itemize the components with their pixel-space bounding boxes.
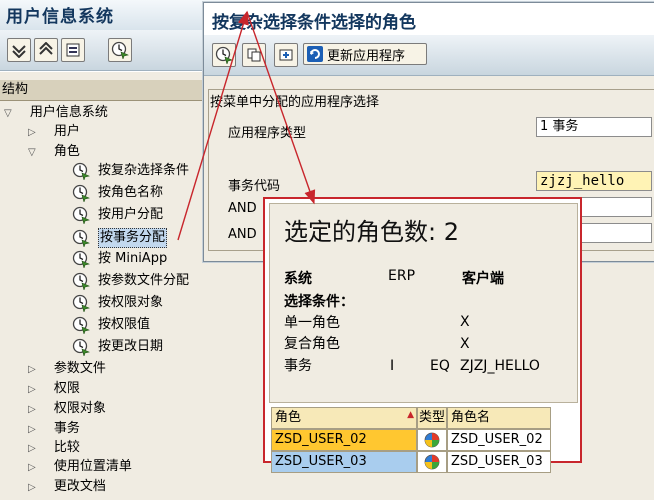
clock-execute-icon	[111, 41, 129, 59]
collapsed-triangle-icon: ▷	[28, 443, 36, 454]
tree-item-roles[interactable]: ▽ 角色	[28, 143, 80, 162]
tree-item-users[interactable]: ▷ 用户	[28, 123, 80, 142]
col-system-label: 系统	[284, 271, 312, 287]
tree-item-where-used[interactable]: ▷ 使用位置清单	[28, 458, 132, 477]
col-header-role[interactable]: 角色 ▲	[271, 407, 417, 429]
tree-item-by-auth-value[interactable]: 按权限值	[72, 316, 150, 334]
role-name-cell[interactable]: ZSD_USER_03	[447, 451, 551, 473]
col-header-type[interactable]: 类型	[417, 407, 447, 429]
collapse-all-icon	[39, 42, 53, 55]
type-cell	[417, 429, 447, 451]
tree-item-change-docs[interactable]: ▷ 更改文档	[28, 478, 106, 497]
result-summary: 选定的角色数: 2 系统 ERP 客户端 选择条件： 单一角色 X 复合角色 X…	[269, 203, 578, 403]
criteria-value: X	[460, 314, 470, 330]
expanded-triangle-icon: ▽	[28, 147, 36, 158]
collapsed-triangle-icon: ▷	[28, 127, 36, 138]
collapsed-triangle-icon: ▷	[28, 424, 36, 435]
tree-item-profiles[interactable]: ▷ 参数文件	[28, 360, 106, 379]
display-button[interactable]	[61, 38, 85, 62]
and-operator-label: AND	[228, 201, 257, 216]
display-icon	[66, 43, 80, 57]
insert-icon	[279, 49, 293, 61]
tree-item-by-miniapp[interactable]: 按 MiniApp	[72, 250, 167, 268]
expand-all-button[interactable]	[7, 38, 31, 62]
tree-item-compare[interactable]: ▷ 比较	[28, 439, 80, 458]
clock-execute-icon	[72, 272, 90, 290]
clock-execute-icon	[215, 46, 233, 64]
col-header-role-name[interactable]: 角色名	[447, 407, 551, 429]
role-name-cell[interactable]: ZSD_USER_02	[447, 429, 551, 451]
criteria-name: 复合角色	[284, 336, 340, 352]
role-count-heading: 选定的角色数: 2	[284, 218, 459, 246]
tree-item-by-auth-object[interactable]: 按权限对象	[72, 294, 163, 312]
criteria-sign: I	[390, 358, 395, 374]
expand-all-icon	[12, 45, 26, 58]
clock-execute-icon	[72, 294, 90, 312]
tree-item-by-transaction[interactable]: 按事务分配	[72, 228, 168, 248]
table-row[interactable]: ZSD_USER_02 ZSD_USER_02	[271, 429, 551, 451]
criteria-value: X	[460, 336, 470, 352]
execute-button[interactable]	[212, 43, 236, 67]
trans-code-label: 事务代码	[228, 179, 281, 194]
refresh-icon	[307, 46, 323, 62]
copy-icon	[247, 48, 261, 62]
criteria-name: 事务	[284, 358, 312, 374]
sort-marker-icon: ▲	[407, 410, 414, 420]
criteria-name: 单一角色	[284, 315, 340, 331]
tree-item-authorizations[interactable]: ▷ 权限	[28, 380, 80, 399]
table-row[interactable]: ZSD_USER_03 ZSD_USER_03	[271, 451, 551, 473]
criteria-value: ZJZJ_HELLO	[460, 358, 540, 374]
collapsed-triangle-icon: ▷	[28, 384, 36, 395]
main-window-title: 用户信息系统	[6, 7, 114, 27]
clock-execute-icon	[72, 229, 90, 247]
system-value: ERP	[388, 268, 416, 284]
and-operator-label: AND	[228, 227, 257, 242]
update-application-button[interactable]: 更新应用程序	[303, 43, 427, 65]
single-role-icon	[424, 432, 440, 448]
copy-button[interactable]	[242, 43, 266, 67]
expanded-triangle-icon: ▽	[4, 108, 12, 119]
role-cell[interactable]: ZSD_USER_03	[271, 451, 417, 473]
collapsed-triangle-icon: ▷	[28, 404, 36, 415]
single-role-icon	[424, 454, 440, 470]
result-popup: 选定的角色数: 2 系统 ERP 客户端 选择条件： 单一角色 X 复合角色 X…	[263, 197, 582, 473]
app-type-field[interactable]: 1 事务	[536, 117, 652, 137]
clock-execute-icon	[72, 338, 90, 356]
tree-item-by-profile-assignment[interactable]: 按参数文件分配	[72, 272, 189, 290]
tree-header: 结构	[0, 80, 212, 101]
tree-root[interactable]: ▽ 用户信息系统	[4, 104, 108, 123]
criteria-label: 选择条件：	[284, 294, 354, 310]
tree-item-auth-objects[interactable]: ▷ 权限对象	[28, 400, 106, 419]
insert-button[interactable]	[274, 43, 298, 67]
clock-execute-icon	[72, 184, 90, 202]
col-client-label: 客户端	[462, 271, 504, 287]
tree-item-by-role-name[interactable]: 按角色名称	[72, 184, 163, 202]
criteria-option: EQ	[430, 358, 450, 374]
collapsed-triangle-icon: ▷	[28, 462, 36, 473]
clock-execute-icon	[72, 316, 90, 334]
collapsed-triangle-icon: ▷	[28, 482, 36, 493]
clock-execute-icon	[72, 206, 90, 224]
collapse-all-button[interactable]	[34, 38, 58, 62]
tree-item-by-complex-criteria[interactable]: 按复杂选择条件	[72, 162, 189, 180]
tree-item-by-change-date[interactable]: 按更改日期	[72, 338, 163, 356]
app-type-label: 应用程序类型	[228, 126, 307, 141]
tree-item-transactions[interactable]: ▷ 事务	[28, 420, 80, 439]
dialog-toolbar	[204, 35, 654, 76]
selection-group-title: 按菜单中分配的应用程序选择	[210, 95, 380, 110]
clock-execute-icon	[72, 250, 90, 268]
dialog-title: 按复杂选择条件选择的角色	[212, 13, 416, 33]
trans-code-field[interactable]: zjzj_hello	[536, 171, 652, 191]
clock-execute-icon	[72, 162, 90, 180]
tree-item-by-user-assignment[interactable]: 按用户分配	[72, 206, 163, 224]
role-cell[interactable]: ZSD_USER_02	[271, 429, 417, 451]
execute-button[interactable]	[108, 38, 132, 62]
table-header-row: 角色 ▲ 类型 角色名	[271, 407, 551, 429]
type-cell	[417, 451, 447, 473]
collapsed-triangle-icon: ▷	[28, 364, 36, 375]
